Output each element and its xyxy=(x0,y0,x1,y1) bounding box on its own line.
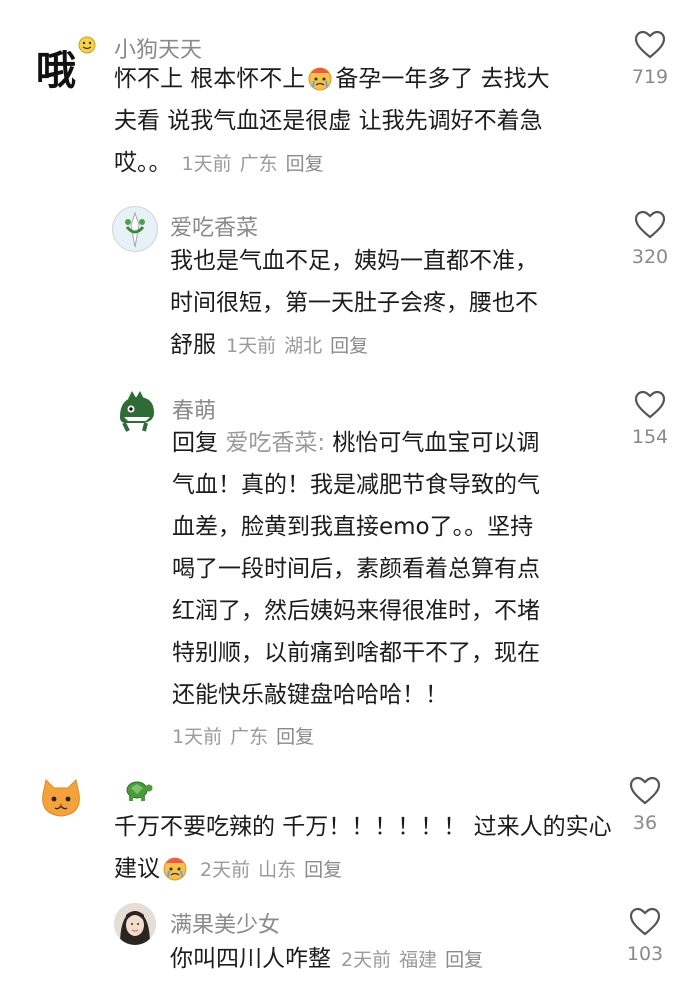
comment-line: 回复 爱吃香菜: 桃怡可气血宝可以调 xyxy=(172,430,540,456)
reply-target-username[interactable]: 爱吃香菜: xyxy=(225,430,325,456)
comment-meta: 2天前 山东 回复 xyxy=(200,859,342,881)
avatar[interactable] xyxy=(112,206,158,252)
location: 福建 xyxy=(399,949,438,971)
comment-line: 建议 2天前 山东 回复 xyxy=(114,856,343,882)
like-count: 719 xyxy=(631,66,669,88)
timestamp: 1天前 xyxy=(226,335,277,357)
like-count: 36 xyxy=(632,812,658,834)
comment-line: 气血！真的！我是减肥节食导致的气 xyxy=(172,472,540,498)
reply-button[interactable]: 回复 xyxy=(276,726,314,748)
reply-button[interactable]: 回复 xyxy=(304,859,342,881)
reply-prefix: 回复 xyxy=(172,430,218,456)
comment-meta: 1天前 湖北 回复 xyxy=(226,335,368,357)
comment-line: 特别顺，以前痛到啥都干不了，现在 xyxy=(172,640,540,666)
avatar[interactable] xyxy=(114,903,156,945)
comment-line: 血差，脸黄到我直接emo了。。坚持 xyxy=(172,514,534,540)
comment-line: 喝了一段时间后，素颜看着总算有点 xyxy=(172,556,540,582)
location: 湖北 xyxy=(284,335,323,357)
heart-icon xyxy=(634,30,666,59)
comment-line: 哎。。 1天前 广东 回复 xyxy=(114,150,324,176)
comment-2: 爱吃香菜 我也是气血不足，姨妈一直都不准， 时间很短，第一天肚子会疼，腰也不 舒… xyxy=(0,190,690,370)
like-button[interactable]: 36 xyxy=(615,776,675,834)
comment-meta: 2天前 福建 回复 xyxy=(341,949,483,971)
heart-icon xyxy=(629,776,661,805)
turtle-icon xyxy=(126,781,153,801)
comment-5: 满果美少女 你叫四川人咋整 2天前 福建 回复 103 xyxy=(0,895,690,988)
cat-avatar-image xyxy=(31,771,91,831)
comment-text: 回复 爱吃香菜: 桃怡可气血宝可以调 气血！真的！我是减肥节食导致的气 血差，脸… xyxy=(172,422,540,758)
avatar[interactable]: 哦 xyxy=(36,34,96,94)
comment-line: 还能快乐敲键盘哈哈哈！！ xyxy=(172,682,448,708)
username[interactable]: 爱吃香菜 xyxy=(170,210,258,242)
crying-emoji-icon xyxy=(308,67,332,91)
heart-icon xyxy=(629,907,661,936)
timestamp: 2天前 xyxy=(341,949,392,971)
like-button[interactable]: 154 xyxy=(620,390,680,448)
comment-line: 时间很短，第一天肚子会疼，腰也不 xyxy=(170,290,538,316)
avatar-image xyxy=(120,391,154,432)
like-count: 103 xyxy=(626,943,664,965)
comment-line: 我也是气血不足，姨妈一直都不准， xyxy=(170,248,538,274)
comment-text: 你叫四川人咋整 2天前 福建 回复 xyxy=(170,939,483,980)
comment-line: 夫看 说我气血还是很虚 让我先调好不着急 xyxy=(114,108,543,134)
timestamp: 2天前 xyxy=(200,859,251,881)
crying-emoji-icon xyxy=(163,857,187,881)
like-button[interactable]: 320 xyxy=(620,210,680,268)
comment-line: 千万不要吃辣的 千万！！！！！！ 过来人的实心 xyxy=(114,814,612,840)
like-button[interactable]: 719 xyxy=(620,30,680,88)
comment-line: 你叫四川人咋整 2天前 福建 回复 xyxy=(170,946,484,972)
like-button[interactable]: 103 xyxy=(615,907,675,965)
reply-button[interactable]: 回复 xyxy=(330,335,368,357)
comment-line: 舒服 1天前 湖北 回复 xyxy=(170,332,369,358)
avatar[interactable] xyxy=(30,770,92,832)
comment-meta: 1天前 广东 回复 xyxy=(182,153,324,175)
comment-1: 哦 小狗天天 怀不上 根本怀不上 备孕一年多了 去找大 夫看 说我气血还是很虚 让… xyxy=(0,0,690,190)
like-count: 320 xyxy=(631,246,669,268)
comment-text: 我也是气血不足，姨妈一直都不准， 时间很短，第一天肚子会疼，腰也不 舒服 1天前湖… xyxy=(170,240,538,367)
location: 广东 xyxy=(230,726,269,748)
comment-3: 春萌 回复 爱吃香菜: 桃怡可气血宝可以调 气血！真的！我是减肥节食导致的气 血… xyxy=(0,375,690,750)
like-count: 154 xyxy=(631,426,669,448)
timestamp: 1天前 xyxy=(172,726,223,748)
avatar-text: 哦 xyxy=(36,48,76,94)
avatar-image xyxy=(114,903,156,945)
avatar[interactable] xyxy=(114,387,160,433)
location: 广东 xyxy=(239,153,278,175)
username[interactable]: 满果美少女 xyxy=(170,907,280,939)
comment-meta: 1天前 广东 回复 xyxy=(172,716,540,758)
comment-text: 怀不上 根本怀不上 备孕一年多了 去找大 夫看 说我气血还是很虚 让我先调好不着急… xyxy=(114,58,550,185)
comment-4: 千万不要吃辣的 千万！！！！！！ 过来人的实心 建议 2天前 山东 回复 36 xyxy=(0,770,690,890)
location: 山东 xyxy=(258,859,297,881)
comment-line: 怀不上 根本怀不上 备孕一年多了 去找大 xyxy=(114,66,550,92)
comment-text: 千万不要吃辣的 千万！！！！！！ 过来人的实心 建议 2天前 山东 回复 xyxy=(114,806,612,891)
reply-button[interactable]: 回复 xyxy=(286,153,324,175)
username[interactable]: 春萌 xyxy=(172,393,216,425)
smile-emoji-icon xyxy=(78,36,96,54)
reply-button[interactable]: 回复 xyxy=(445,949,483,971)
timestamp: 1天前 xyxy=(181,153,232,175)
heart-icon xyxy=(634,210,666,239)
heart-icon xyxy=(634,390,666,419)
avatar-image xyxy=(113,207,157,251)
comment-line: 红润了，然后姨妈来得很准时，不堵 xyxy=(172,598,540,624)
